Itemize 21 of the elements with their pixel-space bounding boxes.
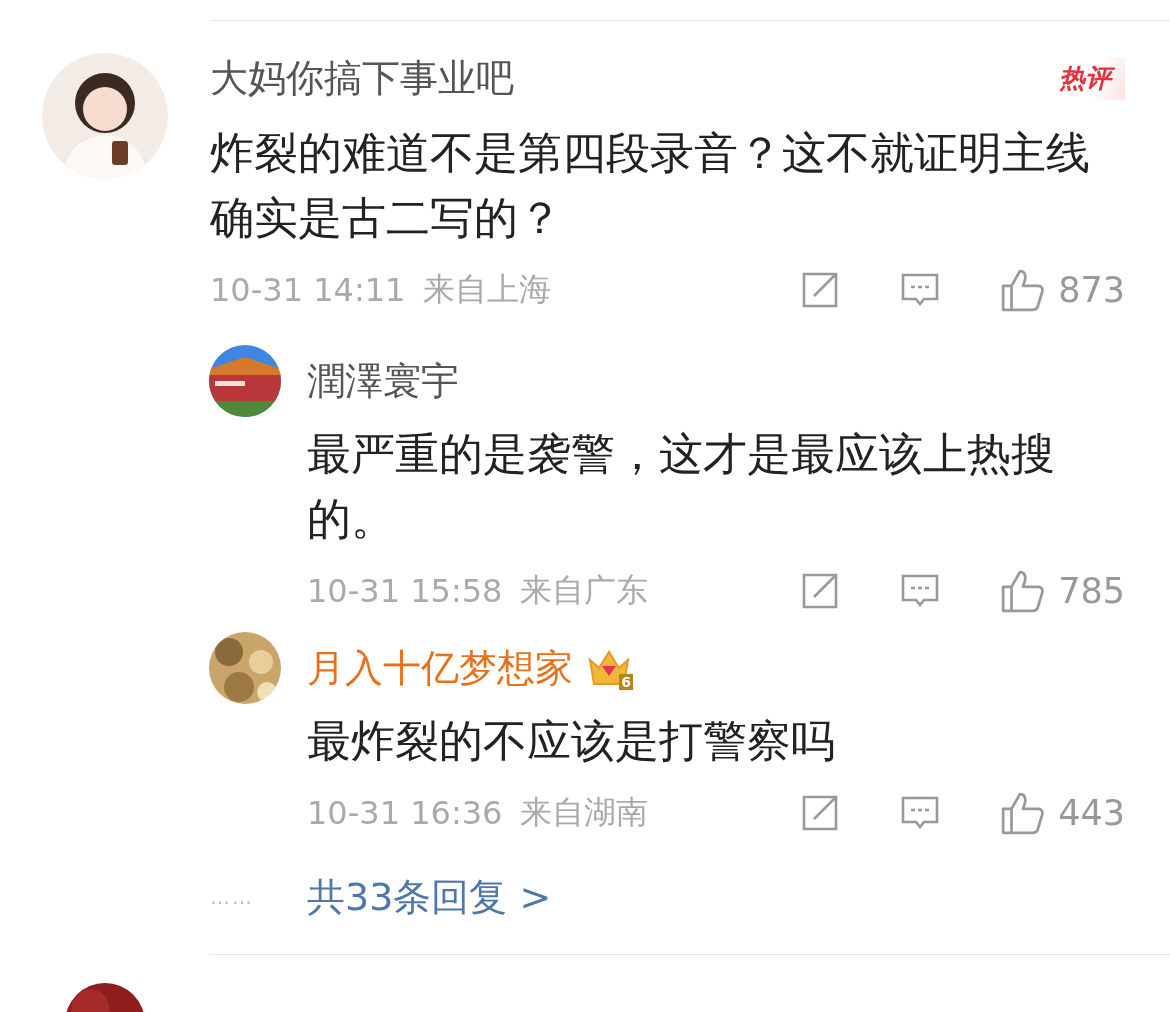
user-name[interactable]: 潤澤寰宇 [307,355,459,407]
location-text: 来自广东 [520,570,649,611]
timestamp: 10-31 15:58 [307,572,503,610]
timestamp: 10-31 16:36 [307,794,503,832]
crown-badge-icon: 6 [587,648,631,688]
like-count: 785 [1058,571,1125,611]
like-count: 443 [1058,793,1125,833]
thumbs-up-icon[interactable] [1000,568,1047,614]
hot-comment-badge: 热评 [1059,56,1125,100]
like-count: 873 [1058,270,1125,310]
thumbs-up-icon[interactable] [1000,267,1047,313]
more-replies-link[interactable]: 共33条回复 > [307,871,552,923]
timestamp: 10-31 14:11 [210,271,406,309]
comment-text: 炸裂的难道不是第四段录音？这不就证明主线确实是古二写的？ [210,126,1091,245]
ellipsis-text: …… [210,885,255,909]
reply-text: 最严重的是袭警，这才是最应该上热搜的。 [307,427,1056,546]
thumbs-up-icon[interactable] [1000,790,1047,836]
location-text: 来自上海 [423,269,552,310]
location-text: 来自湖南 [520,792,649,833]
user-name[interactable]: 大妈你搞下事业吧 [210,52,514,104]
reply-text: 最炸裂的不应该是打警察吗 [307,714,836,768]
